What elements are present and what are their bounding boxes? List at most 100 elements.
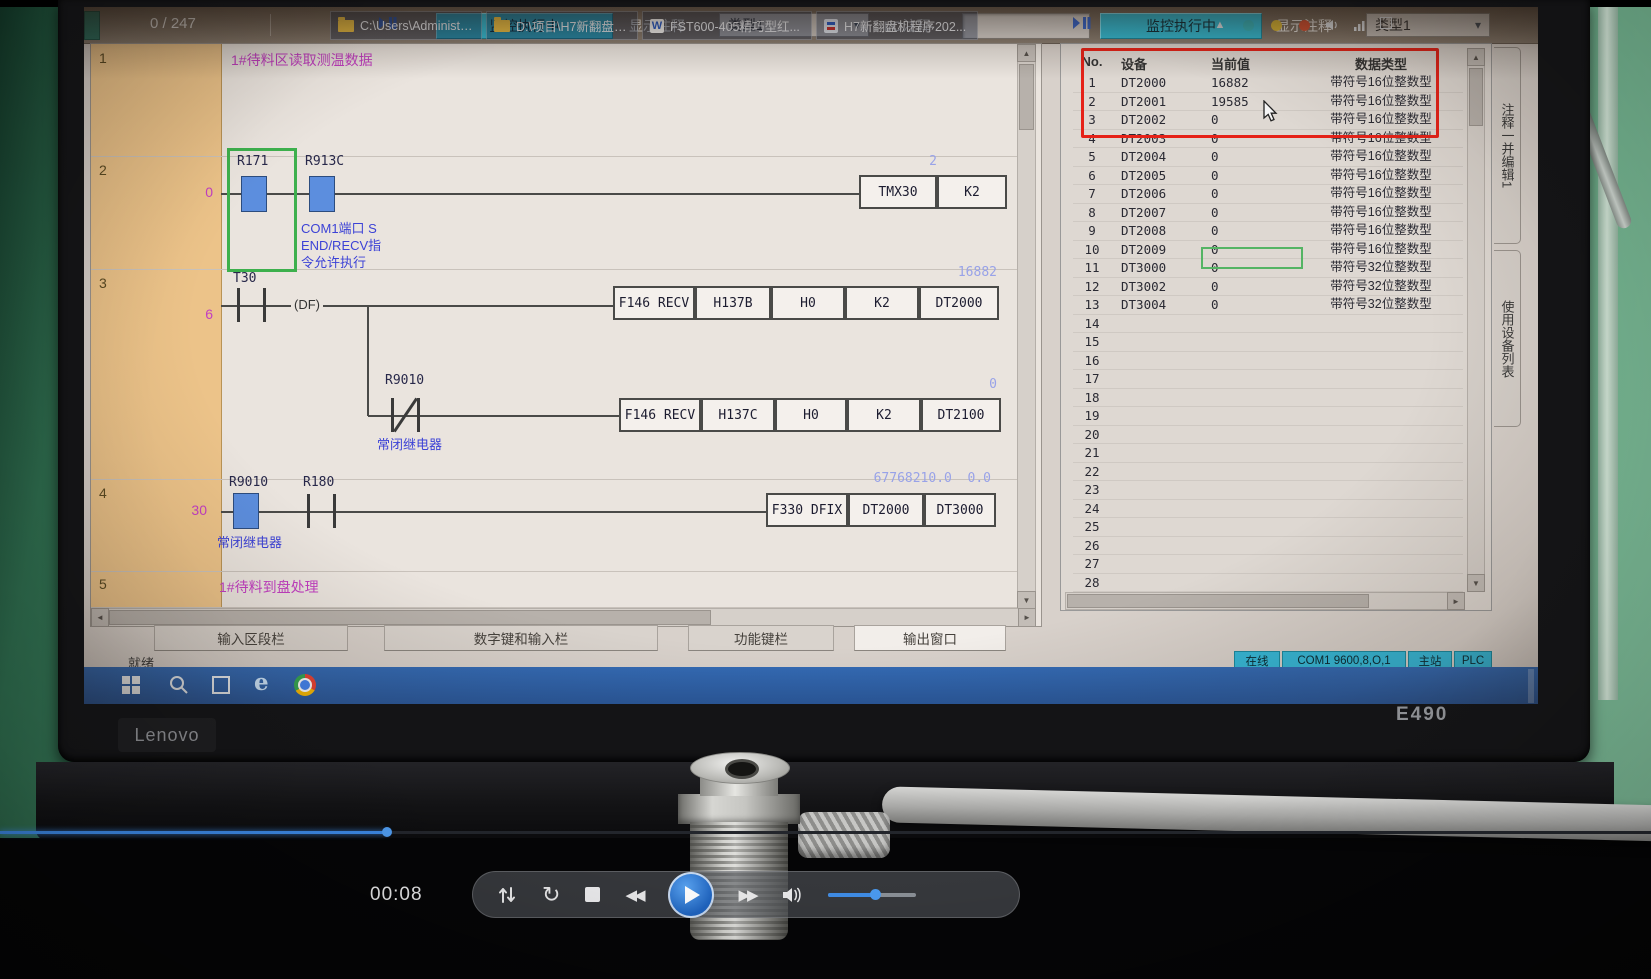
tab-comment-batch-edit[interactable]: 注释一并编辑1 <box>1494 47 1521 244</box>
contact-r9010-nc[interactable] <box>391 398 394 432</box>
monitor-run-button-right[interactable]: 监控执行中 <box>1100 13 1262 39</box>
contact-r9010-nc[interactable] <box>417 398 420 432</box>
taskbar-window-explorer-1[interactable]: C:\Users\Administra... <box>330 11 482 40</box>
watch-cell: 16 <box>1073 352 1111 370</box>
contact-r180[interactable] <box>307 494 310 528</box>
tray-volume-icon[interactable] <box>1324 17 1340 33</box>
watch-cell <box>1299 315 1463 333</box>
timer-block-tmx30[interactable]: TMX30 <box>859 175 937 209</box>
rewind-button[interactable]: ◀◀ <box>625 886 642 904</box>
tray-app-icon[interactable] <box>1268 17 1284 33</box>
scroll-up-icon[interactable]: ▲ <box>1467 48 1485 66</box>
video-progress-knob[interactable] <box>382 827 392 837</box>
watch-row[interactable]: 20 <box>1073 426 1463 445</box>
scroll-down-icon[interactable]: ▼ <box>1017 591 1036 609</box>
contact-r9010[interactable] <box>233 493 259 529</box>
operand-dt2100[interactable]: DT2100 <box>921 398 1001 432</box>
fast-forward-button[interactable]: ▶▶ <box>739 886 756 904</box>
watch-row[interactable]: 21 <box>1073 444 1463 463</box>
watch-row[interactable]: 22 <box>1073 463 1463 482</box>
volume-slider[interactable] <box>828 893 916 897</box>
operand-dt2000[interactable]: DT2000 <box>848 493 924 527</box>
watch-row[interactable]: 7DT20060带符号16位整数型 <box>1073 185 1463 204</box>
volume-knob[interactable] <box>870 889 881 900</box>
operand-h137b[interactable]: H137B <box>695 286 771 320</box>
contact-t30[interactable] <box>263 288 266 322</box>
watch-row[interactable]: 24 <box>1073 500 1463 519</box>
operand-k2[interactable]: K2 <box>847 398 921 432</box>
watch-row[interactable]: 13DT30040带符号32位整数型 <box>1073 296 1463 315</box>
watch-row[interactable]: 23 <box>1073 481 1463 500</box>
watch-cell <box>1111 315 1203 333</box>
tray-app-icon[interactable] <box>1380 17 1392 29</box>
watch-row[interactable]: 27 <box>1073 555 1463 574</box>
differential-instruction[interactable]: (DF) <box>291 297 323 312</box>
watch-row[interactable]: 18 <box>1073 389 1463 408</box>
watch-row[interactable]: 14 <box>1073 315 1463 334</box>
operand-dt3000[interactable]: DT3000 <box>924 493 996 527</box>
scroll-right-icon[interactable]: ► <box>1447 592 1465 610</box>
watch-row[interactable]: 25 <box>1073 518 1463 537</box>
monitor-run-icon-right[interactable] <box>1072 16 1091 35</box>
scroll-left-icon[interactable]: ◄ <box>91 608 109 627</box>
contact-t30[interactable] <box>237 288 240 322</box>
taskbar-window-explorer-2[interactable]: D:\项目\H7新翻盘机... <box>486 11 638 40</box>
watch-row[interactable]: 16 <box>1073 352 1463 371</box>
swap-frames-icon[interactable] <box>497 885 517 905</box>
task-view-button[interactable] <box>212 676 230 694</box>
watch-row[interactable]: 15 <box>1073 333 1463 352</box>
watch-row[interactable]: 8DT20070带符号16位整数型 <box>1073 204 1463 223</box>
tray-network-icon[interactable] <box>1352 17 1368 33</box>
edge-browser-icon[interactable]: e <box>254 669 269 696</box>
watch-row[interactable]: 5DT20040带符号16位整数型 <box>1073 148 1463 167</box>
operand-k2[interactable]: K2 <box>845 286 919 320</box>
search-button[interactable] <box>168 674 190 701</box>
operand-h0[interactable]: H0 <box>771 286 845 320</box>
tab-function-key-bar[interactable]: 功能键栏 <box>688 625 834 651</box>
operand-h0[interactable]: H0 <box>775 398 847 432</box>
timer-preset-k2[interactable]: K2 <box>937 175 1007 209</box>
watch-vscrollbar[interactable] <box>1467 48 1485 592</box>
scroll-thumb[interactable] <box>1019 64 1034 130</box>
tab-input-section-bar[interactable]: 输入区段栏 <box>154 625 348 651</box>
instr-f146-recv[interactable]: F146 RECV <box>613 286 695 320</box>
operand-h137c[interactable]: H137C <box>701 398 775 432</box>
operand-dt2000[interactable]: DT2000 <box>919 286 999 320</box>
contact-label: R180 <box>303 475 334 490</box>
loop-icon[interactable]: ↻ <box>542 885 560 905</box>
watch-row[interactable]: 26 <box>1073 537 1463 556</box>
tab-used-device-list[interactable]: 使用设备列表 <box>1494 250 1521 427</box>
instr-f146-recv[interactable]: F146 RECV <box>619 398 701 432</box>
tray-app-icon[interactable] <box>1296 17 1312 33</box>
chrome-browser-icon[interactable] <box>294 674 316 696</box>
scroll-up-icon[interactable]: ▲ <box>1017 44 1036 62</box>
start-button[interactable] <box>122 676 140 694</box>
watch-row[interactable]: 19 <box>1073 407 1463 426</box>
io-comment-input[interactable] <box>962 13 1090 39</box>
show-desktop-button[interactable] <box>1528 669 1534 703</box>
taskbar-window-fpwin[interactable]: H7新翻盘机程序202... <box>816 11 978 40</box>
volume-icon[interactable] <box>781 886 803 904</box>
scroll-thumb[interactable] <box>1067 594 1369 608</box>
instr-f330-dfix[interactable]: F330 DFIX <box>766 493 848 527</box>
watch-row[interactable]: 9DT20080带符号16位整数型 <box>1073 222 1463 241</box>
contact-r913c[interactable] <box>309 176 335 212</box>
tab-numeric-key-input-bar[interactable]: 数字键和输入栏 <box>384 625 658 651</box>
taskbar-window-document[interactable]: W FST600-405精巧型红... <box>642 11 812 40</box>
play-button[interactable] <box>668 872 714 918</box>
scroll-thumb[interactable] <box>109 610 711 625</box>
contact-r180[interactable] <box>333 494 336 528</box>
tab-output-window[interactable]: 输出窗口 <box>854 625 1006 651</box>
scroll-thumb[interactable] <box>1469 68 1483 126</box>
toolbar-separator <box>270 14 271 36</box>
stop-button[interactable] <box>585 887 600 902</box>
watch-row[interactable]: 28 <box>1073 574 1463 593</box>
tray-app-icon[interactable] <box>1240 17 1256 33</box>
scroll-down-icon[interactable]: ▼ <box>1467 574 1485 592</box>
watch-row[interactable]: 17 <box>1073 370 1463 389</box>
watch-row[interactable]: 6DT20050带符号16位整数型 <box>1073 167 1463 186</box>
watch-row[interactable]: 12DT30020带符号32位整数型 <box>1073 278 1463 297</box>
tray-caret-icon[interactable]: ▲ <box>1212 17 1228 33</box>
device-comment: 常闭继电器 <box>377 436 442 453</box>
scroll-right-icon[interactable]: ► <box>1018 608 1036 627</box>
